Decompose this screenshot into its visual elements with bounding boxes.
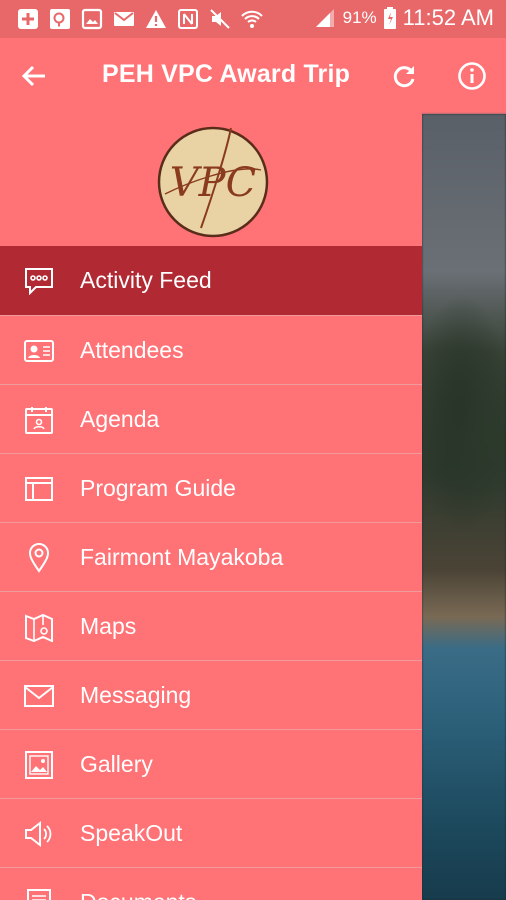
mail-icon	[112, 7, 136, 31]
wifi-icon	[240, 7, 264, 31]
menu-label: Agenda	[80, 406, 160, 432]
picture-icon	[24, 750, 54, 780]
menu-label: Program Guide	[80, 475, 236, 501]
back-button[interactable]	[16, 58, 52, 94]
background-photo	[422, 114, 506, 900]
menu-item-speakout[interactable]: SpeakOut	[0, 798, 422, 867]
location-pin-icon	[24, 543, 54, 573]
menu-item-agenda[interactable]: Agenda	[0, 384, 422, 453]
refresh-icon	[393, 66, 415, 88]
status-bar: 91% 11:52 AM	[0, 0, 506, 38]
menu-item-fairmont-mayakoba[interactable]: Fairmont Mayakoba	[0, 522, 422, 591]
info-button[interactable]	[454, 58, 490, 94]
document-icon	[24, 888, 54, 900]
menu-item-attendees[interactable]: Attendees	[0, 315, 422, 384]
back-arrow-icon	[21, 65, 45, 87]
menu-label: Activity Feed	[80, 267, 212, 293]
system-status: 91% 11:52 AM	[313, 5, 494, 31]
id-card-icon	[24, 336, 54, 366]
add-box-icon	[16, 7, 40, 31]
app-header: PEH VPC Award Trip	[0, 38, 506, 114]
menu-label: Messaging	[80, 682, 192, 708]
megaphone-icon	[24, 819, 54, 849]
menu-item-activity-feed[interactable]: Activity Feed	[0, 246, 422, 315]
menu-item-maps[interactable]: Maps	[0, 591, 422, 660]
menu-item-messaging[interactable]: Messaging	[0, 660, 422, 729]
calendar-icon	[24, 405, 54, 435]
event-logo: VPC	[155, 124, 271, 238]
menu-label: Gallery	[80, 751, 153, 777]
menu-label: Documents	[80, 889, 196, 900]
menu-item-documents[interactable]: Documents	[0, 867, 422, 900]
warning-icon	[144, 7, 168, 31]
menu-label: Maps	[80, 613, 137, 639]
menu-label: Attendees	[80, 337, 184, 363]
page-title: PEH VPC Award Trip	[102, 60, 351, 88]
menu-item-gallery[interactable]: Gallery	[0, 729, 422, 798]
logo-monogram: VPC	[170, 160, 256, 206]
signal-icon	[313, 6, 337, 30]
menu-item-program-guide[interactable]: Program Guide	[0, 453, 422, 522]
chat-bubble-icon	[24, 266, 54, 296]
search-box-icon	[48, 7, 72, 31]
envelope-icon	[24, 681, 54, 711]
info-icon	[458, 62, 486, 90]
book-icon	[24, 474, 54, 504]
image-icon	[80, 7, 104, 31]
refresh-button[interactable]	[386, 58, 422, 94]
clock: 11:52 AM	[402, 5, 494, 30]
nfc-icon	[176, 7, 200, 31]
mute-icon	[208, 7, 232, 31]
map-icon	[24, 612, 54, 642]
battery-percent: 91%	[342, 8, 377, 27]
menu-label: SpeakOut	[80, 820, 183, 846]
battery-icon	[383, 6, 397, 30]
menu-label: Fairmont Mayakoba	[80, 544, 284, 570]
drawer-menu: Activity Feed Attendees Agenda Program G…	[0, 246, 422, 900]
navigation-drawer: VPC Activity Feed Attendees Agenda Progr…	[0, 114, 422, 900]
notification-icons	[16, 7, 264, 31]
